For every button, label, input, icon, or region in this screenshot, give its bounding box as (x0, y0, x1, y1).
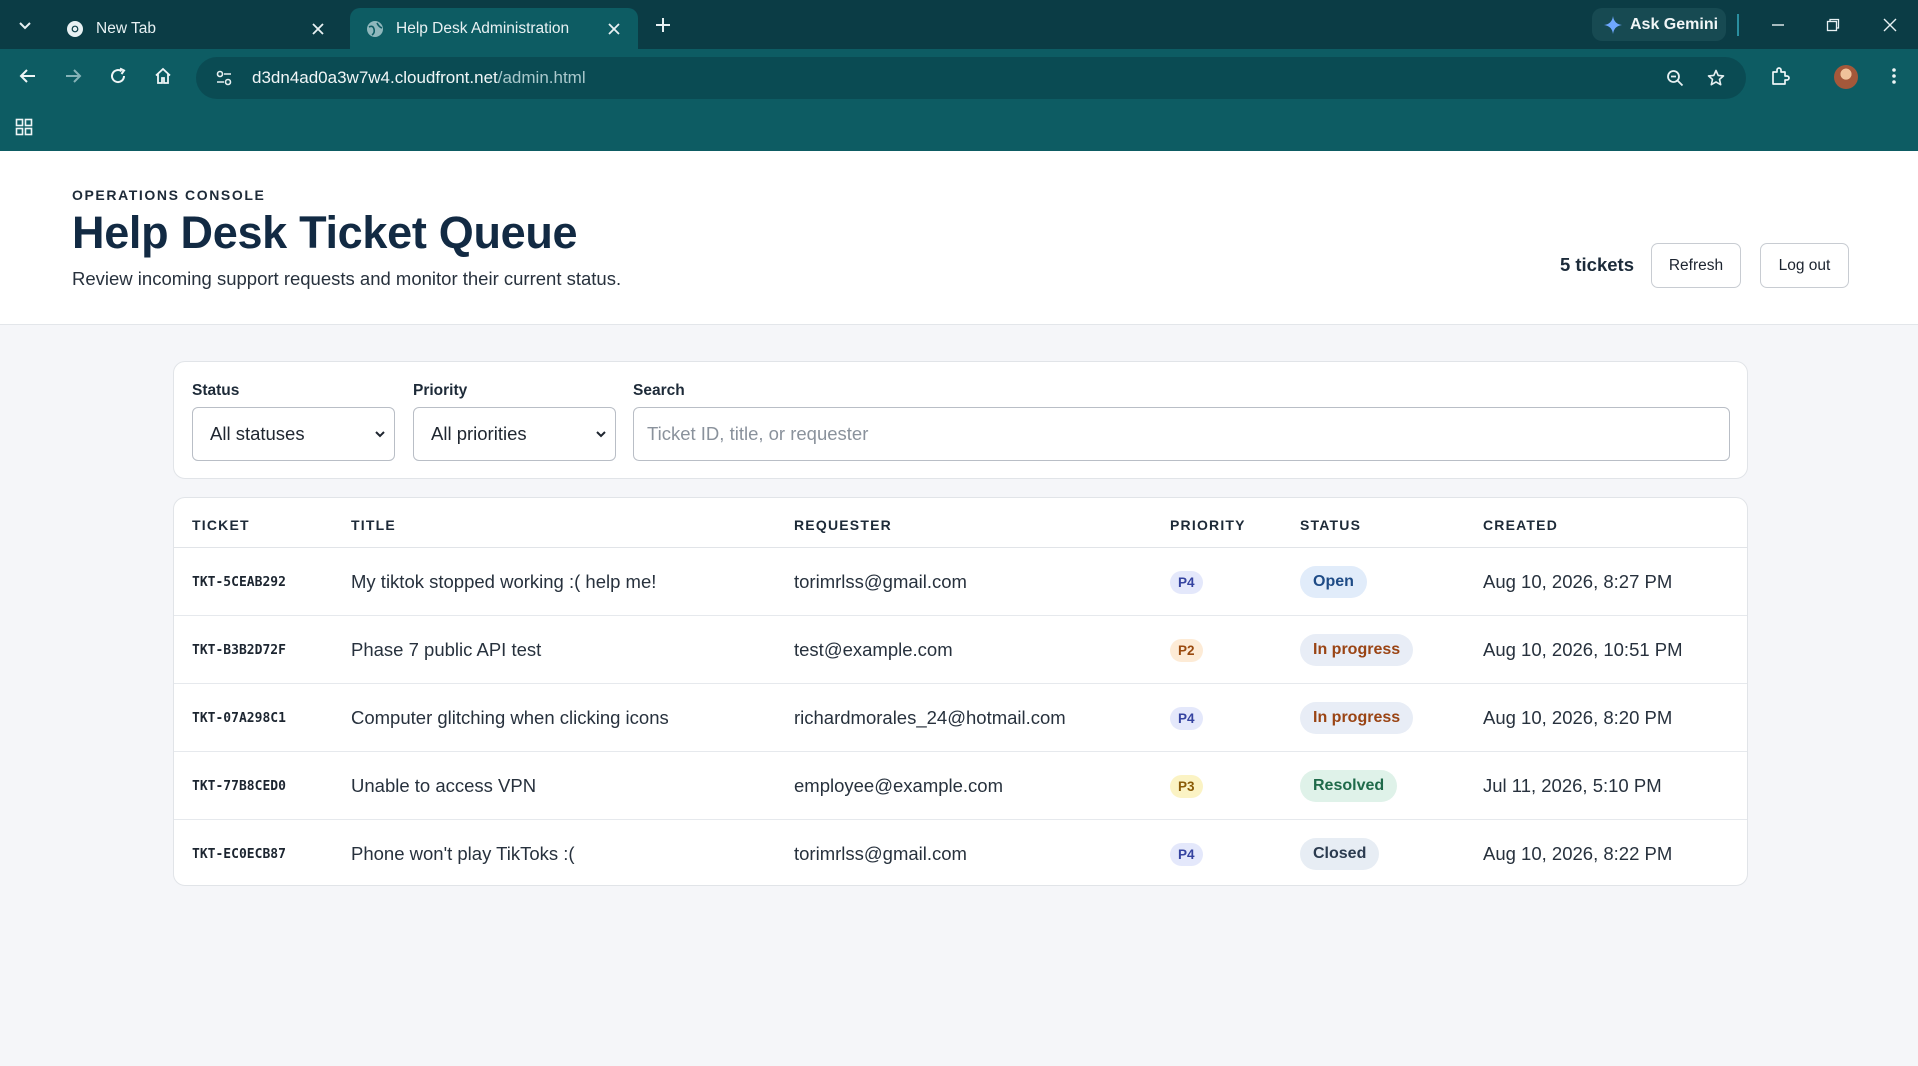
column-header-ticket: TICKET (192, 517, 250, 533)
priority-filter-label: Priority (413, 382, 468, 399)
restore-icon[interactable] (1815, 10, 1851, 40)
status-badge: In progress (1300, 634, 1414, 666)
divider (1737, 14, 1739, 36)
ticket-title: Unable to access VPN (351, 775, 537, 796)
globe-icon (366, 20, 384, 38)
page-subtitle: Review incoming support requests and mon… (72, 268, 622, 289)
ticket-title: My tiktok stopped working :( help me! (351, 571, 657, 592)
ticket-id: TKT-77B8CED0 (192, 778, 286, 794)
ticket-requester: torimrlss@gmail.com (794, 843, 967, 864)
close-icon[interactable] (308, 19, 328, 39)
url-text: d3dn4ad0a3w7w4.cloudfront.net/admin.html (252, 68, 586, 88)
filter-panel: Status All statuses Priority All priorit… (173, 361, 1748, 479)
apps-grid-icon[interactable] (10, 114, 38, 140)
tab-search-chevron-icon[interactable] (10, 12, 40, 38)
ticket-requester: employee@example.com (794, 775, 1004, 796)
tab-title: New Tab (96, 19, 157, 37)
ticket-title: Phase 7 public API test (351, 639, 542, 660)
ticket-id: TKT-07A298C1 (192, 710, 286, 726)
ticket-created: Aug 10, 2026, 8:20 PM (1483, 707, 1673, 728)
table-row[interactable]: TKT-EC0ECB87 Phone won't play TikToks :(… (174, 820, 1747, 885)
ticket-created: Aug 10, 2026, 10:51 PM (1483, 639, 1683, 660)
table-header: TICKET TITLE REQUESTER PRIORITY STATUS C… (174, 498, 1747, 548)
tab-strip: New Tab Help Desk Administration Ask Gem… (0, 0, 1918, 49)
table-row[interactable]: TKT-5CEAB292 My tiktok stopped working :… (174, 548, 1747, 616)
search-label: Search (633, 382, 685, 399)
status-badge: In progress (1300, 702, 1414, 734)
back-arrow-icon[interactable] (12, 60, 44, 92)
column-header-created: CREATED (1483, 517, 1559, 533)
chrome-icon (66, 20, 84, 38)
eyebrow-label: OPERATIONS CONSOLE (72, 187, 266, 203)
ask-gemini-button[interactable]: Ask Gemini (1592, 8, 1726, 41)
ticket-requester: richardmorales_24@hotmail.com (794, 707, 1066, 728)
tab-help-desk-administration[interactable]: Help Desk Administration (350, 8, 638, 49)
priority-badge: P4 (1170, 570, 1203, 594)
status-badge: Open (1300, 566, 1367, 598)
ticket-title: Computer glitching when clicking icons (351, 707, 669, 728)
refresh-button[interactable]: Refresh (1651, 243, 1741, 288)
extensions-puzzle-icon[interactable] (1764, 60, 1796, 92)
priority-badge: P3 (1170, 774, 1203, 798)
status-badge: Closed (1300, 838, 1380, 870)
address-bar[interactable]: d3dn4ad0a3w7w4.cloudfront.net/admin.html (196, 57, 1746, 99)
status-select[interactable]: All statuses (192, 407, 395, 461)
browser-toolbar: d3dn4ad0a3w7w4.cloudfront.net/admin.html (0, 49, 1918, 102)
ticket-id: TKT-EC0ECB87 (192, 846, 286, 862)
ticket-count: 5 tickets (1559, 254, 1634, 275)
column-header-title: TITLE (351, 517, 396, 533)
reload-icon[interactable] (102, 60, 134, 92)
chevron-down-icon (374, 426, 386, 442)
priority-badge: P4 (1170, 706, 1203, 730)
url-path: /admin.html (497, 68, 586, 87)
ticket-created: Jul 11, 2026, 5:10 PM (1483, 775, 1662, 796)
priority-badge: P2 (1170, 638, 1203, 662)
ticket-requester: torimrlss@gmail.com (794, 571, 967, 592)
table-row[interactable]: TKT-07A298C1 Computer glitching when cli… (174, 684, 1747, 752)
column-header-requester: REQUESTER (794, 517, 892, 533)
chevron-down-icon (595, 426, 607, 442)
logout-button[interactable]: Log out (1760, 243, 1849, 288)
zoom-icon[interactable] (1660, 63, 1690, 93)
url-host: d3dn4ad0a3w7w4.cloudfront.net (252, 68, 498, 87)
ticket-id: TKT-5CEAB292 (192, 574, 286, 590)
minimize-icon[interactable] (1760, 10, 1796, 40)
priority-select-value: All priorities (431, 423, 527, 444)
ticket-created: Aug 10, 2026, 8:27 PM (1483, 571, 1673, 592)
forward-arrow-icon[interactable] (57, 60, 89, 92)
ticket-requester: test@example.com (794, 639, 953, 660)
gemini-sparkle-icon (1604, 15, 1622, 34)
priority-select[interactable]: All priorities (413, 407, 616, 461)
status-badge: Resolved (1300, 770, 1398, 802)
priority-badge: P4 (1170, 842, 1203, 866)
close-icon[interactable] (604, 19, 624, 39)
ticket-title: Phone won't play TikToks :( (351, 843, 575, 864)
table-row[interactable]: TKT-77B8CED0 Unable to access VPN employ… (174, 752, 1747, 820)
ticket-created: Aug 10, 2026, 8:22 PM (1483, 843, 1673, 864)
profile-avatar[interactable] (1834, 65, 1858, 89)
search-input[interactable] (633, 407, 1730, 461)
more-menu-icon[interactable] (1878, 60, 1910, 92)
page-header: OPERATIONS CONSOLE Help Desk Ticket Queu… (0, 151, 1918, 325)
page-content: OPERATIONS CONSOLE Help Desk Ticket Queu… (0, 151, 1918, 1066)
ticket-id: TKT-B3B2D72F (192, 642, 286, 658)
ask-gemini-label: Ask Gemini (1630, 15, 1719, 33)
column-header-priority: PRIORITY (1170, 517, 1246, 533)
bookmark-star-icon[interactable] (1701, 63, 1731, 93)
column-header-status: STATUS (1300, 517, 1362, 533)
page-title: Help Desk Ticket Queue (72, 207, 578, 258)
status-filter-label: Status (192, 382, 240, 399)
tab-title: Help Desk Administration (396, 19, 570, 37)
home-icon[interactable] (147, 60, 179, 92)
status-select-value: All statuses (210, 423, 305, 444)
tab-new-tab[interactable]: New Tab (50, 8, 342, 49)
table-row[interactable]: TKT-B3B2D72F Phase 7 public API test tes… (174, 616, 1747, 684)
bookmarks-bar (0, 102, 1918, 151)
new-tab-plus-icon[interactable] (650, 12, 676, 38)
close-window-icon[interactable] (1872, 10, 1908, 40)
ticket-table: TICKET TITLE REQUESTER PRIORITY STATUS C… (173, 497, 1748, 886)
site-info-icon[interactable] (206, 63, 242, 93)
